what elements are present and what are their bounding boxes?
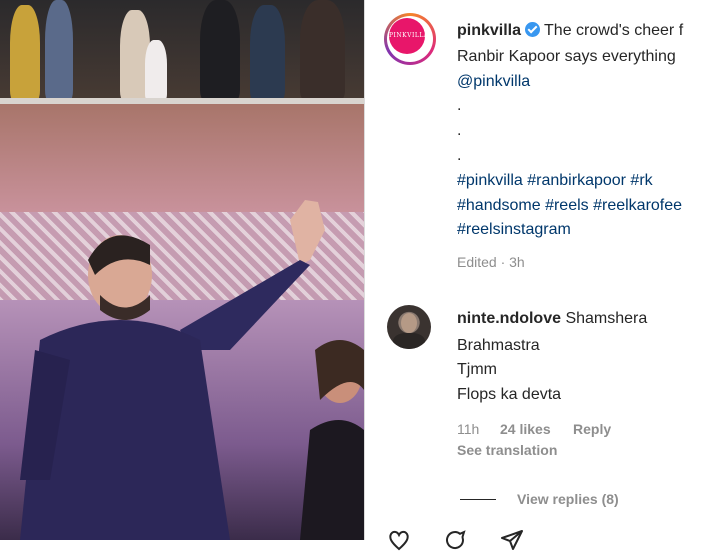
comment-text-2: Brahmastra bbox=[457, 337, 540, 354]
hashtags-line[interactable]: #handsome #reels #reelkarofee bbox=[457, 197, 682, 215]
caption-first-line: pinkvilla The crowd's cheer f bbox=[457, 22, 683, 40]
share-icon[interactable] bbox=[500, 528, 524, 552]
caption-text-2: Ranbir Kapoor says everything bbox=[457, 48, 676, 65]
post-media[interactable] bbox=[0, 0, 364, 540]
singer-figure bbox=[300, 340, 364, 540]
brand-logo: PINKVILLA bbox=[389, 18, 428, 54]
hashtags-line[interactable]: #reelsinstagram bbox=[457, 221, 571, 239]
hashtags-line[interactable]: #pinkvilla #ranbirkapoor #rk bbox=[457, 172, 653, 190]
caption-dot: . bbox=[457, 122, 462, 139]
comment-first-line: ninte.ndolove Shamshera bbox=[457, 310, 647, 328]
post-detail-panel bbox=[364, 0, 720, 540]
crowd-background bbox=[0, 0, 364, 110]
see-translation-button[interactable]: See translation bbox=[457, 442, 557, 458]
comment-text-3: Tjmm bbox=[457, 361, 497, 378]
verified-badge-icon bbox=[525, 22, 541, 37]
view-replies-button[interactable]: View replies (8) bbox=[517, 491, 619, 507]
comment-text-1: Shamshera bbox=[565, 310, 648, 327]
commenter-avatar[interactable] bbox=[387, 305, 431, 349]
comment-icon[interactable] bbox=[443, 528, 467, 552]
mention-link[interactable]: @pinkvilla bbox=[457, 73, 530, 91]
post-username[interactable]: pinkvilla bbox=[457, 22, 521, 39]
comment-time: 11h bbox=[457, 421, 480, 437]
comment-text-4: Flops ka devta bbox=[457, 386, 562, 403]
heart-icon[interactable] bbox=[387, 528, 411, 552]
comment-likes[interactable]: 24 likes bbox=[500, 421, 551, 437]
comment-username[interactable]: ninte.ndolove bbox=[457, 310, 561, 327]
caption-dot: . bbox=[457, 147, 462, 164]
caption-text-1: The crowd's cheer f bbox=[544, 22, 684, 39]
post-meta: Edited · 3h bbox=[457, 254, 525, 270]
brand-avatar[interactable]: PINKVILLA bbox=[384, 13, 436, 65]
comment-reply-button[interactable]: Reply bbox=[573, 421, 611, 437]
view-replies-rule bbox=[460, 499, 496, 500]
caption-dot: . bbox=[457, 97, 462, 114]
